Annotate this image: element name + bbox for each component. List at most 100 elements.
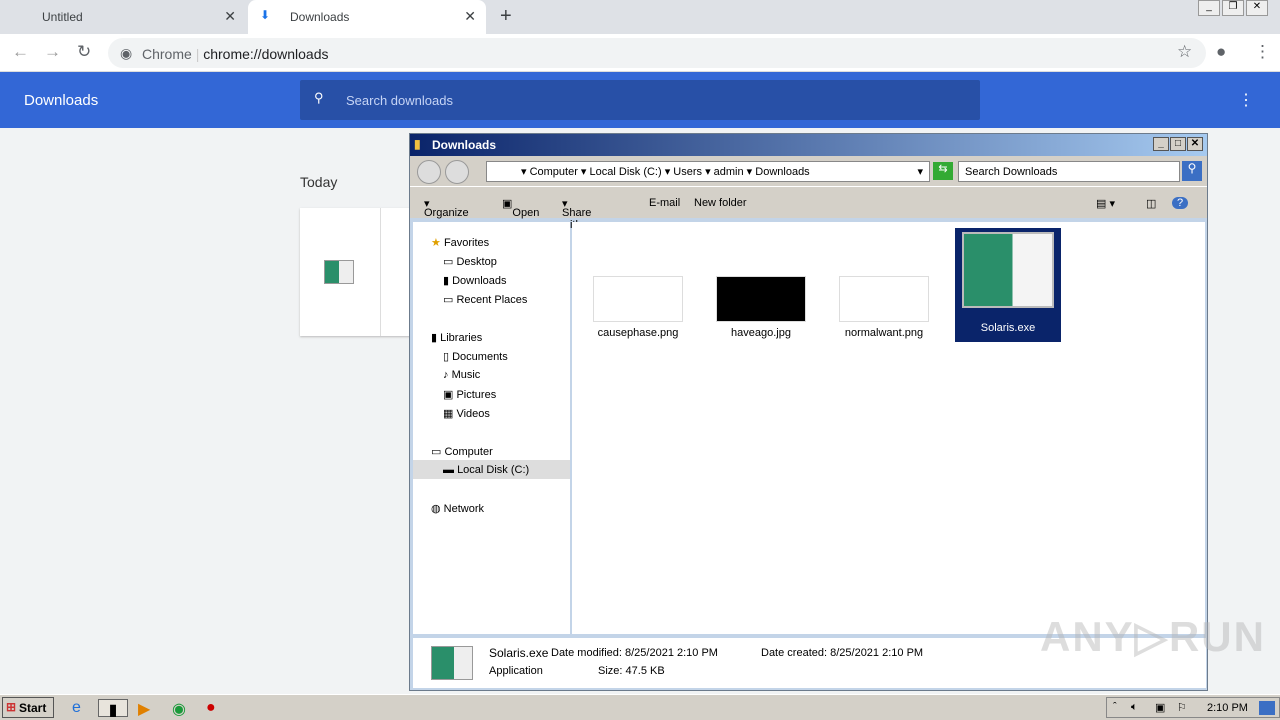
nav-libraries[interactable]: ▮ Libraries [431,331,482,344]
nav-recent-places[interactable]: ▭ Recent Places [443,293,527,306]
open-button[interactable]: ▣ Open [502,197,539,219]
help-icon[interactable]: ? [1172,197,1188,209]
tab-downloads[interactable]: ⬇ Downloads ✕ [248,0,486,34]
detail-modified: Date modified: 8/25/2021 2:10 PM [551,647,718,659]
new-folder-button[interactable]: New folder [694,197,747,209]
explorer-icon[interactable]: ▮ [98,699,128,719]
star-icon: ★ [431,237,441,249]
show-hidden-icon[interactable]: ˆ [1113,701,1117,713]
network-icon[interactable]: ▣ [1155,701,1165,714]
maximize-button[interactable]: □ [1170,137,1186,151]
explorer-window: ▮ Downloads _ □ ✕ ▾ Computer ▾ Local Disk (… [409,133,1208,691]
nav-desktop[interactable]: ▭ Desktop [443,255,497,268]
label: Computer [444,446,493,458]
back-icon[interactable]: ← [12,42,29,62]
address-bar[interactable]: ◉ Chrome | chrome://downloads [108,38,1206,68]
preview-pane-icon[interactable]: ◫ [1146,197,1156,210]
search-icon[interactable]: ⚲ [1182,161,1202,181]
email-button[interactable]: E-mail [649,197,680,209]
show-desktop-icon[interactable] [1259,701,1275,715]
restore-button[interactable]: ❐ [1222,0,1244,16]
file-item[interactable]: normalwant.png [831,276,937,339]
label: Recent Places [456,294,528,306]
image-thumbnail [839,276,929,322]
stop-icon[interactable]: ● [206,699,224,717]
volume-icon[interactable]: 🔈︎ [1131,701,1138,714]
windows-logo-icon: ⊞ [6,700,17,714]
file-item-selected[interactable]: Solaris.exe [955,228,1061,342]
forward-icon[interactable]: → [44,42,61,62]
minimize-button[interactable]: _ [1153,137,1169,151]
file-item[interactable]: haveago.jpg [708,276,814,339]
close-button[interactable]: ✕ [1187,137,1203,151]
file-item[interactable]: causephase.png [585,276,691,339]
crumb-users[interactable]: Users [673,166,702,178]
search-input[interactable]: ⚲ Search downloads [300,80,980,120]
label: Network [443,503,484,515]
close-button[interactable]: ✕ [1246,0,1268,16]
crumb-computer[interactable]: Computer [530,166,578,178]
breadcrumb[interactable]: ▾ Computer ▾ Local Disk (C:) ▾ Users ▾ a… [486,161,930,182]
system-tray: ˆ 🔈︎ ▣ ⚐ 2:10 PM [1106,697,1280,718]
download-card[interactable] [300,208,420,336]
toolbar: ← → ↻ ◉ Chrome | chrome://downloads ☆ ● ⋮ [0,34,1280,72]
nav-local-disk[interactable]: ▬ Local Disk (C:) [413,460,570,479]
nav-pictures[interactable]: ▣ Pictures [443,388,496,401]
ie-icon[interactable]: e [72,699,90,717]
more-icon[interactable]: ⋮ [1238,90,1254,110]
crumb-admin[interactable]: admin [714,166,744,178]
label: Libraries [440,332,483,344]
window-title: ▮ Downloads _ □ ✕ [410,134,1207,156]
share-with-button[interactable]: Share with ▾ [562,197,591,231]
crumb-local-disk[interactable]: Local Disk (C:) [590,166,662,178]
reload-icon[interactable]: ↻ [77,42,91,62]
nav-network[interactable]: ◍ Network [431,502,484,515]
nav-videos[interactable]: ▦ Videos [443,407,490,420]
nav-computer[interactable]: ▭ Computer [431,445,493,458]
detail-size: Size: 47.5 KB [598,665,665,677]
nav-documents[interactable]: ▯ Documents [443,350,508,363]
profile-icon[interactable]: ● [1216,42,1226,62]
detail-created: Date created: 8/25/2021 2:10 PM [761,647,923,659]
nav-downloads[interactable]: ▮ Downloads [443,274,507,287]
search-icon: ⚲ [314,90,324,105]
new-tab-button[interactable]: + [500,5,512,28]
start-button[interactable]: ⊞ Start [2,697,54,718]
star-icon[interactable]: ☆ [1177,42,1192,62]
organize-button[interactable]: Organize ▾ [424,197,469,219]
detail-name: Solaris.exe [489,646,549,660]
label: Date modified: [551,647,622,659]
label: Downloads [452,275,507,287]
close-tab-icon[interactable]: ✕ [464,8,476,25]
chrome-icon: ◉ [120,45,133,61]
tab-label: Untitled [42,10,83,24]
application-icon [431,646,473,680]
refresh-icon[interactable]: ⇆ [933,162,953,180]
tab-untitled[interactable]: Untitled ✕ [0,0,246,34]
search-placeholder: Search Downloads [965,166,1058,178]
title-text: Downloads [432,138,497,152]
label: Pictures [456,389,497,401]
label: Music [451,369,481,381]
nav-music[interactable]: ♪ Music [443,369,480,381]
flag-icon[interactable]: ⚐ [1177,701,1187,714]
media-player-icon[interactable]: ▶ [138,699,156,718]
view-icon[interactable]: ▤ ▾ [1096,197,1115,210]
crumb-downloads[interactable]: Downloads [755,166,809,178]
forward-button[interactable] [445,160,469,184]
nav-favorites[interactable]: ★ Favorites [431,236,489,249]
close-tab-icon[interactable]: ✕ [224,8,236,25]
file-name: causephase.png [597,327,679,339]
address-row: ▾ Computer ▾ Local Disk (C:) ▾ Users ▾ a… [410,156,1207,186]
menu-icon[interactable]: ⋮ [1254,42,1271,62]
search-placeholder: Search downloads [346,93,453,108]
minimize-button[interactable]: _ [1198,0,1220,16]
image-thumbnail [593,276,683,322]
chevron-down-icon[interactable]: ▾ [917,165,923,178]
chrome-icon[interactable]: ◉ [172,699,190,718]
back-button[interactable] [417,160,441,184]
clock[interactable]: 2:10 PM [1207,702,1248,714]
application-icon [962,232,1054,308]
search-input[interactable]: Search Downloads [958,161,1180,182]
file-icon [324,260,354,284]
